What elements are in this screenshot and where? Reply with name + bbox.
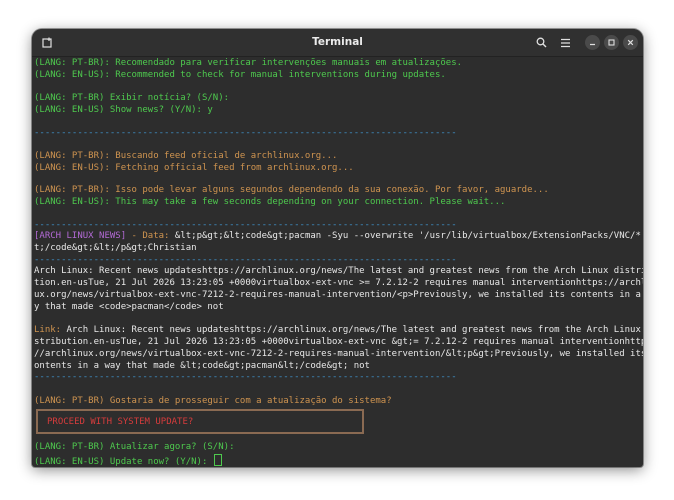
proceed-update-text: PROCEED WITH SYSTEM UPDATE?: [47, 417, 194, 427]
news-data-text: &lt;p&gt;&lt;code&gt;pacman -Syu --overw…: [174, 231, 643, 241]
proceed-update-box: PROCEED WITH SYSTEM UPDATE?: [36, 409, 364, 434]
terminal-output[interactable]: (LANG: PT-BR): Recomendado para verifica…: [32, 57, 643, 467]
separator-line: ----------------------------------------…: [34, 128, 457, 138]
update-prompt-line: (LANG: EN-US) Update now? (Y/N):: [34, 454, 222, 467]
news-link-line: //archlinux.org/news/virtualbox-ext-vnc-…: [34, 349, 643, 359]
news-body-line: Arch Linux: Recent news updateshttps://a…: [34, 266, 643, 276]
link-label: Link:: [34, 325, 62, 335]
news-tag: [ARCH LINUX NEWS]: [34, 231, 127, 241]
close-icon[interactable]: [623, 35, 638, 50]
hamburger-menu-icon[interactable]: [558, 35, 573, 50]
window-title: Terminal: [312, 36, 363, 48]
terminal-line: (LANG: PT-BR): Buscando feed oficial de …: [34, 151, 338, 161]
news-data-label: - Data:: [126, 231, 175, 241]
news-body-line: tion.en-usTue, 21 Jul 2026 13:23:05 +000…: [34, 278, 643, 288]
terminal-line: (LANG: EN-US) Show news? (Y/N): y: [34, 105, 213, 115]
news-header-line: [ARCH LINUX NEWS] - Data: &lt;p&gt;&lt;c…: [34, 231, 643, 243]
terminal-line: (LANG: PT-BR): Isso pode levar alguns se…: [34, 185, 549, 195]
terminal-line: (LANG: EN-US): Fetching official feed fr…: [34, 163, 354, 173]
update-prompt-text: (LANG: EN-US) Update now? (Y/N):: [34, 457, 213, 467]
terminal-line: (LANG: EN-US): Recommended to check for …: [34, 70, 446, 80]
title-bar: Terminal: [32, 29, 643, 57]
search-icon[interactable]: [534, 35, 549, 50]
separator-line: ----------------------------------------…: [34, 372, 457, 382]
news-body-line: y that made <code>pacman</code> not: [34, 302, 224, 312]
link-text: Arch Linux: Recent news updateshttps://a…: [61, 325, 643, 335]
terminal-window: Terminal (LANG: PT-BR): Recomendado para…: [32, 29, 643, 467]
terminal-line: (LANG: PT-BR) Atualizar agora? (S/N):: [34, 442, 235, 452]
news-link-line: Link: Arch Linux: Recent news updateshtt…: [34, 325, 643, 337]
terminal-cursor[interactable]: [213, 454, 222, 466]
maximize-icon[interactable]: [604, 35, 619, 50]
news-body-line: ux.org/news/virtualbox-ext-vnc-7212-2-re…: [34, 290, 643, 300]
terminal-line: (LANG: PT-BR) Exibir notícia? (S/N):: [34, 93, 230, 103]
news-link-line: stribution.en-usTue, 21 Jul 2026 13:23:0…: [34, 337, 643, 347]
terminal-line: t;/code&gt;&lt;/p&gt;Christian: [34, 243, 197, 253]
terminal-line: (LANG: PT-BR) Gostaria de prosseguir com…: [34, 396, 392, 406]
terminal-line: (LANG: EN-US): This may take a few secon…: [34, 197, 506, 207]
minimize-icon[interactable]: [585, 35, 600, 50]
terminal-line: (LANG: PT-BR): Recomendado para verifica…: [34, 58, 463, 68]
